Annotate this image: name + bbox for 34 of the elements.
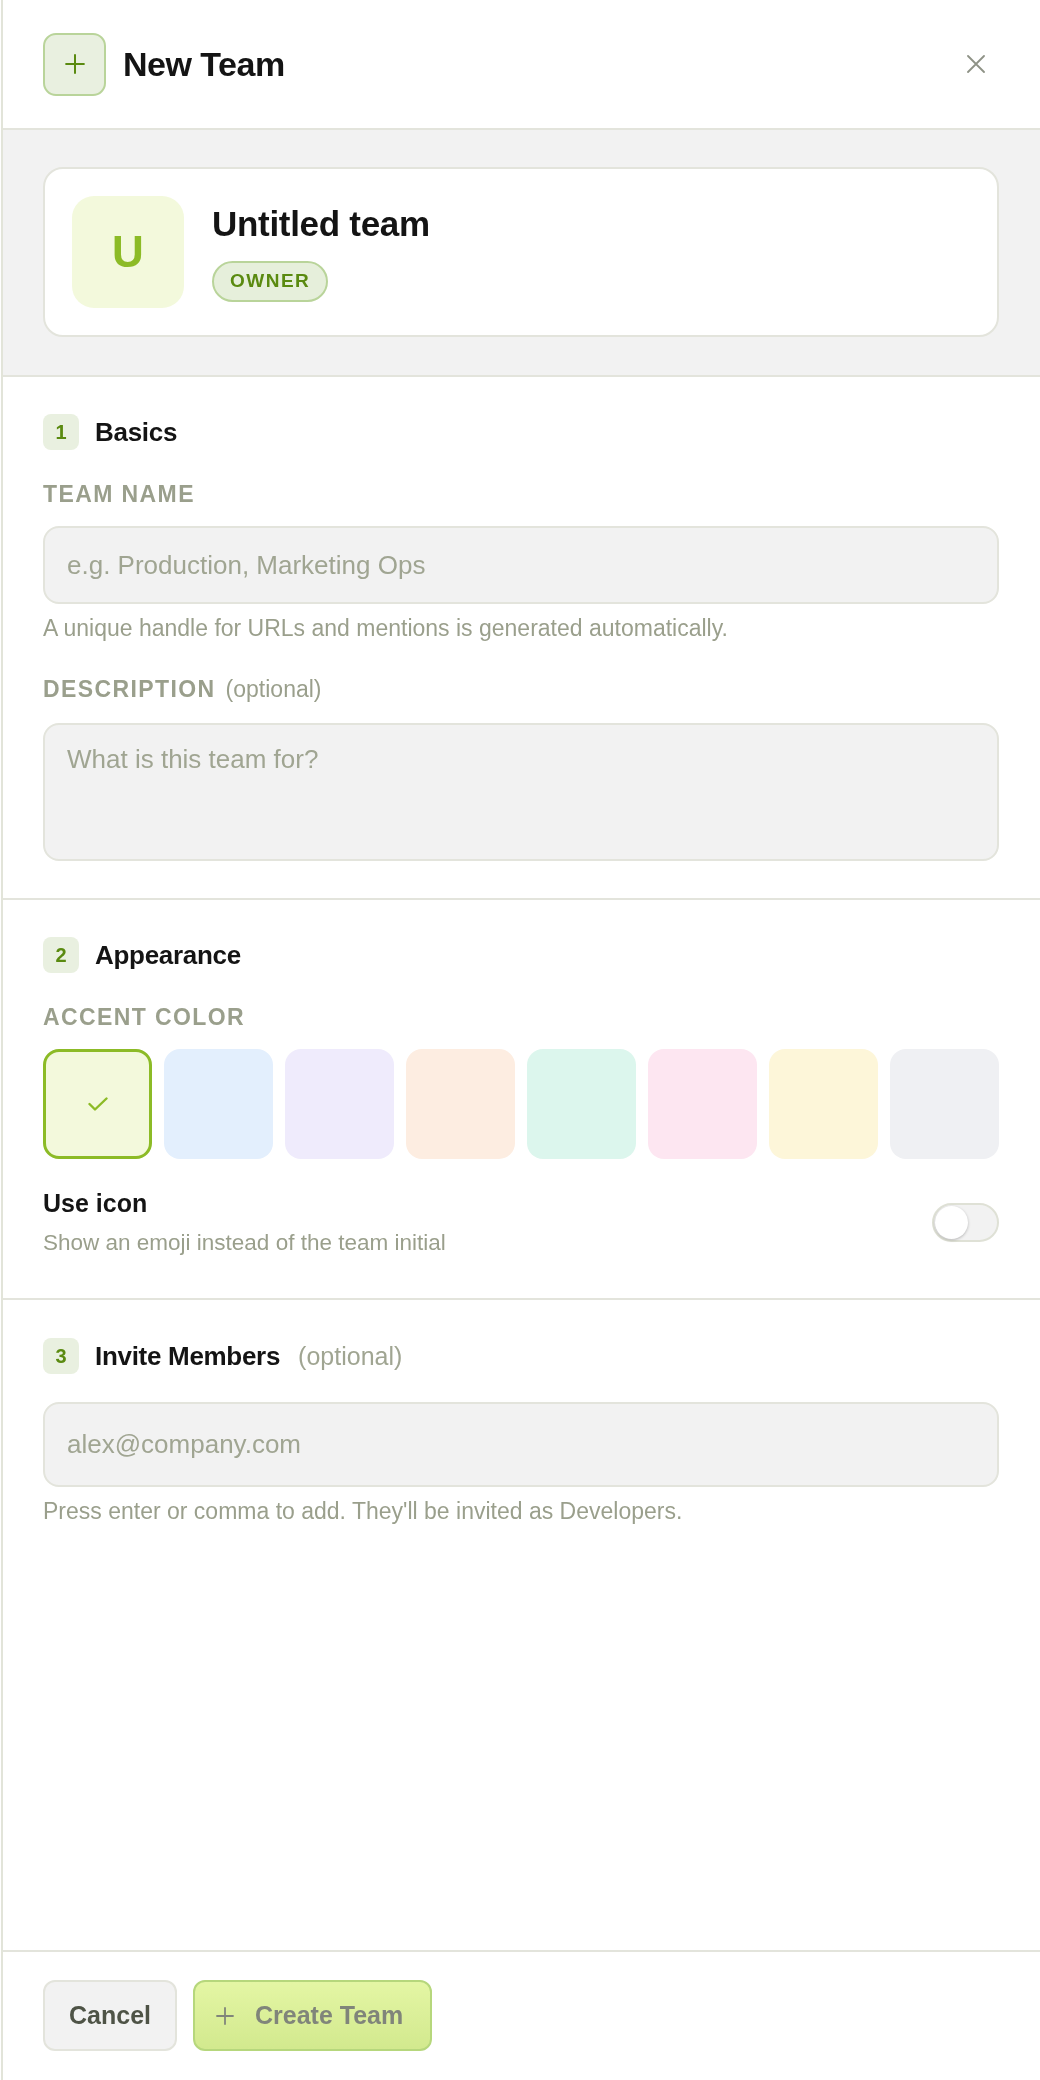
color-swatch[interactable] (527, 1049, 636, 1159)
description-input[interactable]: What is this team for? (43, 723, 999, 861)
section-title: Basics (95, 416, 178, 448)
color-swatch[interactable] (648, 1049, 757, 1159)
toggle-switch[interactable] (932, 1202, 999, 1242)
close-icon[interactable] (967, 55, 985, 73)
panel-title: New Team (123, 44, 286, 85)
optional-note: (optional) (298, 1341, 403, 1371)
team-name: Untitled team (212, 202, 430, 245)
field-label: TEAM NAME (43, 480, 195, 508)
team-name-input[interactable]: e.g. Production, Marketing Ops (43, 526, 999, 604)
checkmark-icon (87, 1097, 108, 1111)
role-badge: OWNER (212, 260, 329, 302)
setting-description: Show an emoji instead of the team initial (43, 1229, 446, 1256)
color-swatch[interactable] (43, 1049, 152, 1159)
plus-icon (43, 32, 106, 96)
cancel-button[interactable]: Cancel (43, 1980, 177, 2051)
setting-label: Use icon (43, 1188, 149, 1218)
step-number: 1 (43, 414, 79, 450)
plus-icon (216, 2006, 234, 2025)
color-swatch[interactable] (406, 1049, 515, 1159)
color-swatch[interactable] (769, 1049, 878, 1159)
field-label: ACCENT COLOR (43, 1003, 246, 1031)
email-input[interactable]: alex@company.com (43, 1402, 999, 1487)
team-avatar: U (72, 196, 184, 308)
hint-text: A unique handle for URLs and mentions is generated automatically. (43, 614, 729, 642)
color-swatch[interactable] (164, 1049, 273, 1159)
hint-text: Press enter or comma to add. They'll be invited as Developers. (43, 1497, 684, 1525)
optional-note: (optional) (225, 675, 322, 703)
field-label: DESCRIPTION (43, 675, 216, 703)
section-title: Appearance (95, 939, 241, 971)
step-number: 3 (43, 1338, 79, 1374)
step-number: 2 (43, 937, 79, 973)
section-title: Invite Members (95, 1340, 281, 1372)
